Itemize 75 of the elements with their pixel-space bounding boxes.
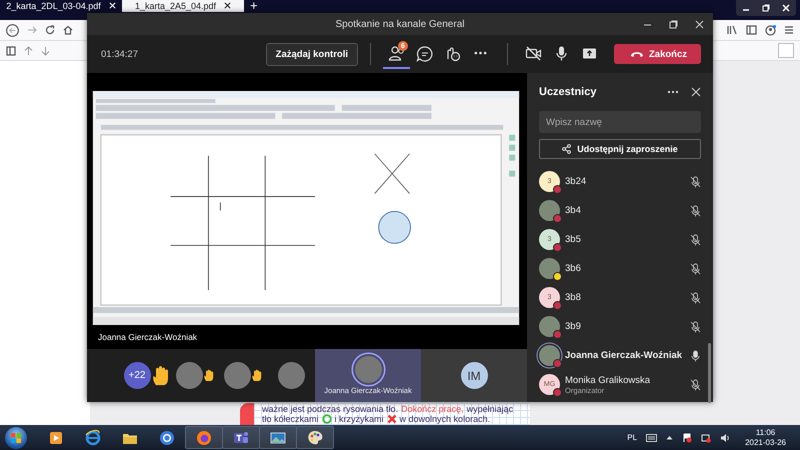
presenter-name: Joanna Gierczak-Woźniak	[97, 331, 198, 344]
more-participants-count: +22	[124, 362, 150, 389]
arrow-down-icon	[41, 46, 50, 56]
taskbar-button[interactable]	[259, 426, 297, 449]
close-icon	[782, 4, 790, 12]
avatar: IM	[460, 362, 488, 389]
chat-icon	[416, 44, 433, 62]
close-icon	[695, 20, 704, 28]
new-tab-button[interactable]: +	[244, 0, 264, 12]
circle-icon	[158, 428, 176, 446]
close-icon	[691, 87, 701, 97]
browser-tab[interactable]: 2_karta_2DL_03-04.pdf	[0, 0, 122, 12]
participant-name: Joanna Gierczak-Woźniak	[565, 350, 684, 361]
browser-tab[interactable]: 1_karta_2A5_04.pdf	[122, 0, 244, 12]
ring-icon	[322, 414, 332, 424]
participant-tile[interactable]: IM	[421, 349, 527, 402]
participant-name: Monika Gralikowska	[565, 374, 651, 386]
participant-tile[interactable]: +22	[123, 349, 171, 402]
flag-icon	[682, 432, 692, 442]
document-text: ważne jest podczas rysowania tło.	[262, 404, 398, 414]
document-text: wypełniając	[466, 404, 514, 414]
sidebar-icon	[6, 46, 16, 56]
end-call-button[interactable]: Zakończ	[614, 44, 701, 64]
share-invite-button[interactable]: Udostępnij zaproszenie	[539, 139, 701, 159]
request-control-button[interactable]: Zażądaj kontroli	[266, 42, 358, 66]
globe-icon	[84, 428, 102, 446]
document-text: Dokończ pracę,	[401, 404, 464, 414]
palette-icon	[306, 428, 324, 446]
library-icon	[727, 25, 738, 35]
account-icon	[765, 24, 776, 36]
menu-icon	[784, 25, 794, 35]
speaker-icon	[720, 432, 730, 442]
arrow-up-icon	[24, 46, 33, 56]
back-icon	[6, 24, 19, 36]
participant-name: 3b5	[565, 234, 582, 245]
participant-name: 3b24	[565, 176, 588, 187]
more-icon	[667, 90, 679, 94]
start-button[interactable]	[5, 426, 27, 448]
panel-title: Uczestnicy	[539, 86, 598, 98]
home-icon	[63, 25, 73, 35]
page-corner-shape	[240, 403, 254, 425]
phone-icon	[630, 50, 644, 58]
participant-name: 3b4	[565, 205, 582, 216]
clock-date[interactable]: 2021-03-26	[745, 438, 786, 448]
network-icon	[701, 432, 712, 442]
keyboard-icon	[646, 433, 658, 442]
scrollbar-thumb[interactable]	[708, 343, 711, 403]
participant-name: 3b9	[565, 321, 582, 332]
caret-up-icon	[666, 435, 674, 440]
close-icon	[224, 2, 232, 9]
call-timer: 01:34:27	[101, 48, 138, 60]
clock-time[interactable]: 11:06	[756, 428, 776, 438]
avatar-photo	[176, 362, 202, 389]
more-icon	[474, 51, 487, 55]
language-indicator[interactable]: PL	[627, 433, 638, 442]
document-text: tło kółeczkami	[262, 414, 319, 424]
avatar-photo	[224, 362, 250, 389]
document-text: i krzyżykami	[334, 414, 384, 424]
sidebar-icon	[746, 25, 757, 35]
restore-icon	[669, 20, 678, 28]
people-icon	[388, 44, 405, 62]
forward-icon	[27, 25, 37, 35]
page-number-field[interactable]	[778, 43, 794, 58]
participant-name: 3b8	[565, 292, 582, 303]
document-text: w dowolnych kolorach.	[400, 414, 490, 424]
restore-icon	[762, 4, 770, 12]
search-field[interactable]: Wpisz nazwę	[539, 111, 701, 133]
reload-icon	[45, 25, 55, 35]
window-title: Spotkanie na kanale General	[336, 18, 464, 30]
windows-logo-icon	[10, 432, 22, 444]
share-icon	[562, 144, 572, 154]
close-icon	[108, 2, 116, 9]
taskbar-button[interactable]	[296, 426, 334, 449]
participant-name: 3b6	[565, 263, 582, 274]
cross-icon	[386, 414, 397, 424]
